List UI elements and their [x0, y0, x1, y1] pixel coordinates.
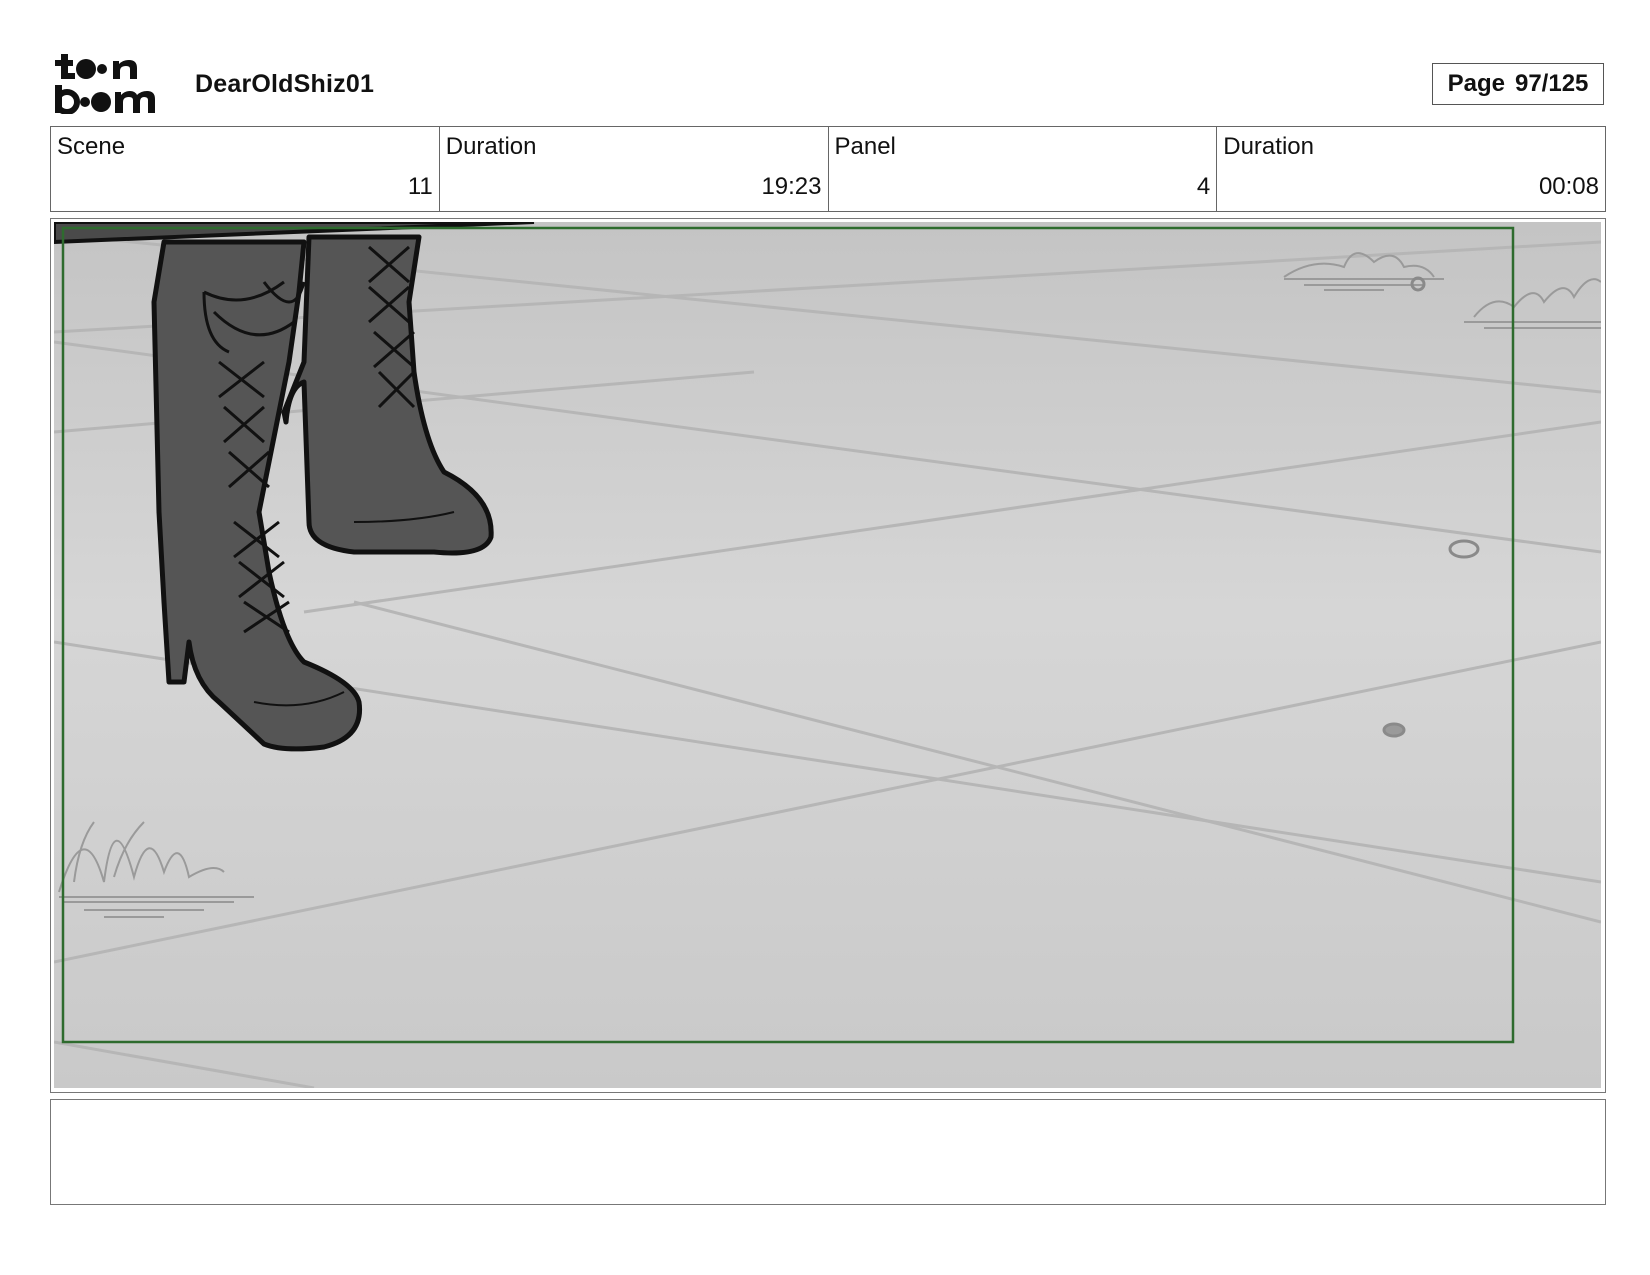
scene-value: 11	[407, 173, 433, 200]
panel-value: 4	[1196, 173, 1211, 200]
panel-duration-cell: Duration 00:08	[1217, 127, 1605, 211]
storyboard-panel	[50, 218, 1606, 1093]
scene-cell: Scene 11	[51, 127, 440, 211]
page-number: 97/125	[1514, 70, 1589, 97]
scene-duration-cell: Duration 19:23	[440, 127, 829, 211]
page-label: Page	[1447, 70, 1505, 97]
panel-notes-box	[50, 1099, 1606, 1205]
panel-duration-label: Duration	[1223, 133, 1314, 160]
panel-cell: Panel 4	[829, 127, 1218, 211]
panel-label: Panel	[834, 133, 896, 160]
page-indicator: Page 97/125	[1432, 63, 1604, 105]
scene-label: Scene	[57, 133, 126, 160]
scene-info-table: Scene 11 Duration 19:23 Panel 4 Duration…	[50, 126, 1606, 212]
panel-drawing	[54, 222, 1601, 1088]
toon-boom-logo	[55, 52, 171, 114]
scene-duration-value: 19:23	[761, 173, 822, 200]
panel-duration-value: 00:08	[1538, 173, 1599, 200]
project-title: DearOldShiz01	[195, 70, 375, 98]
scene-duration-label: Duration	[445, 133, 537, 160]
